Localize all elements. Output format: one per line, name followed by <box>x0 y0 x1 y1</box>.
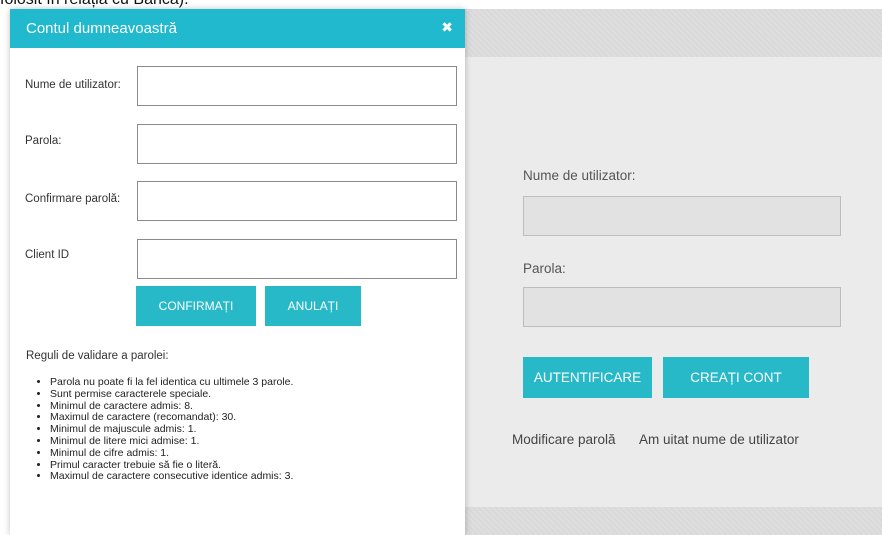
modal-header: Contul dumneavoastră ✖ <box>10 9 465 48</box>
create-account-button[interactable]: CREAȚI CONT <box>663 357 809 398</box>
confirm-button[interactable]: CONFIRMAȚI <box>136 286 256 326</box>
rule-item: Minimul de cifre admis: 1. <box>50 447 293 460</box>
client-id-input[interactable] <box>137 239 457 279</box>
password-input[interactable] <box>137 124 457 164</box>
client-id-label: Client ID <box>25 249 70 261</box>
rule-item: Maximul de caractere consecutive identic… <box>50 471 293 483</box>
login-button[interactable]: AUTENTIFICARE <box>523 357 652 398</box>
cancel-button[interactable]: ANULAȚI <box>265 286 361 326</box>
username-input[interactable] <box>137 66 457 106</box>
rule-item: Minimul de litere mici admise: 1. <box>50 435 293 448</box>
login-bottom-band <box>465 507 882 535</box>
close-icon[interactable]: ✖ <box>441 19 453 36</box>
login-password-label: Parola: <box>523 261 566 276</box>
login-top-band <box>465 9 882 57</box>
confirm-password-label: Confirmare parolă: <box>25 193 121 205</box>
confirm-password-input[interactable] <box>137 181 457 221</box>
login-password-input[interactable] <box>523 287 841 327</box>
account-modal: Contul dumneavoastră ✖ Nume de utilizato… <box>10 9 465 535</box>
password-label: Parola: <box>25 135 62 147</box>
forgot-username-link[interactable]: Am uitat nume de utilizator <box>639 432 799 447</box>
rules-title: Reguli de validare a parolei: <box>26 350 169 362</box>
username-label: Nume de utilizator: <box>25 79 121 91</box>
change-password-link[interactable]: Modificare parolă <box>512 432 616 447</box>
login-username-label: Nume de utilizator: <box>523 168 636 183</box>
rules-list: Parola nu poate fi la fel identica cu ul… <box>26 376 293 483</box>
background-text: folosit în relația cu Banca). <box>0 0 189 9</box>
login-username-input[interactable] <box>523 196 841 236</box>
modal-title: Contul dumneavoastră <box>26 20 177 37</box>
rule-item: Sunt permise caracterele speciale. <box>50 388 293 401</box>
